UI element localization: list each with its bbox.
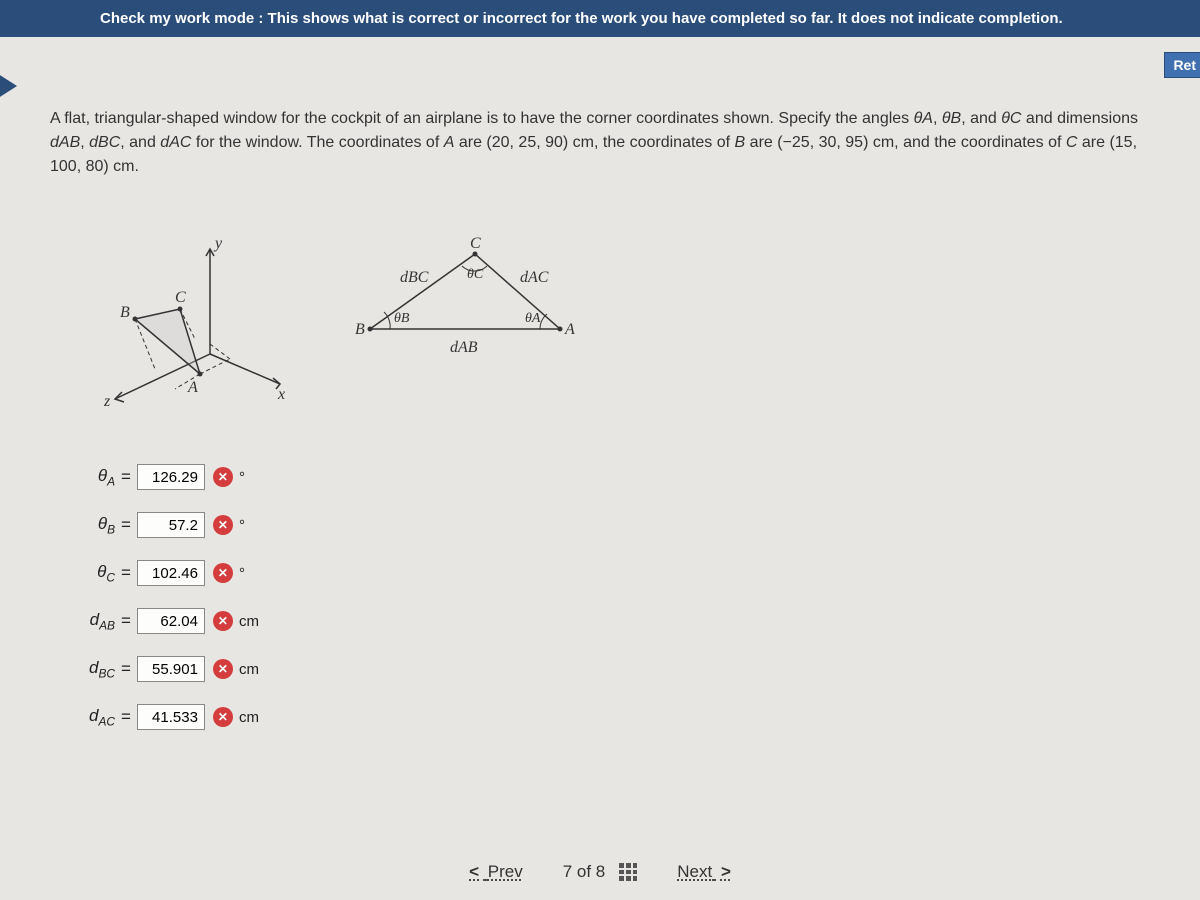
incorrect-icon: ✕: [213, 659, 233, 679]
problem-text-part: , and: [120, 134, 160, 151]
chevron-right-icon: >: [721, 862, 731, 881]
symbol-point-c: C: [1066, 134, 1078, 151]
problem-text-part: and dimensions: [1021, 110, 1138, 127]
symbol-point-b: B: [735, 134, 746, 151]
edge-dac-label: dAC: [520, 269, 549, 286]
equals-sign: =: [121, 611, 131, 631]
answer-row-dac: dAC = ✕ cm: [60, 704, 1160, 730]
edge-dbc-label: dBC: [400, 269, 429, 286]
position-text: 7 of 8: [563, 862, 606, 882]
symbol-theta-c: θC: [1001, 110, 1021, 127]
answer-label: dBC: [60, 658, 115, 680]
answer-row-theta-b: θB = ✕ °: [60, 512, 1160, 538]
problem-statement: A flat, triangular-shaped window for the…: [50, 107, 1150, 179]
incorrect-icon: ✕: [213, 467, 233, 487]
incorrect-icon: ✕: [213, 611, 233, 631]
svg-text:dBC: dBC: [400, 269, 429, 286]
question-nav: < Prev 7 of 8 Next >: [0, 862, 1200, 882]
symbol-point-a: A: [444, 134, 455, 151]
grid-icon[interactable]: [619, 863, 637, 881]
problem-text-part: for the window. The coordinates of: [191, 134, 443, 151]
point-b-3d: B: [120, 304, 130, 321]
symbol-dac: dAC: [160, 134, 191, 151]
equals-sign: =: [121, 563, 131, 583]
incorrect-icon: ✕: [213, 707, 233, 727]
answer-input-dab[interactable]: [137, 608, 205, 634]
answer-input-dbc[interactable]: [137, 656, 205, 682]
axis-y-label: y: [213, 235, 223, 252]
point-a-2d: A: [564, 321, 575, 338]
chevron-left-icon: <: [469, 862, 479, 881]
svg-text:dAC: dAC: [520, 269, 549, 286]
symbol-dbc: dBC: [89, 134, 120, 151]
edge-dab-label: dAB: [450, 339, 478, 356]
content-area: Ret A flat, triangular-shaped window for…: [0, 37, 1200, 730]
point-c-3d: C: [175, 289, 186, 306]
answer-row-theta-a: θA = ✕ °: [60, 464, 1160, 490]
symbol-theta-b: θB: [942, 110, 961, 127]
answer-row-theta-c: θC = ✕ °: [60, 560, 1160, 586]
problem-text-part: , and: [961, 110, 1001, 127]
prev-label: Prev: [488, 862, 523, 881]
answer-unit: cm: [239, 613, 259, 630]
symbol-theta-a: θA: [914, 110, 933, 127]
angle-a-label: θA: [525, 311, 541, 326]
problem-text-part: A flat, triangular-shaped window for the…: [50, 110, 914, 127]
equals-sign: =: [121, 659, 131, 679]
answer-label: dAC: [60, 706, 115, 728]
problem-text-part: ,: [80, 134, 89, 151]
point-b-2d: B: [355, 321, 365, 338]
problem-text-part: are (20, 25, 90) cm, the coordinates of: [454, 134, 734, 151]
angle-c-label: θC: [467, 267, 484, 282]
incorrect-icon: ✕: [213, 515, 233, 535]
symbol-dab: dAB: [50, 134, 80, 151]
answer-unit: cm: [239, 709, 259, 726]
next-label: Next: [677, 862, 712, 881]
prev-button[interactable]: < Prev: [465, 862, 523, 882]
answer-unit: cm: [239, 661, 259, 678]
point-c-2d: C: [470, 235, 481, 252]
angle-b-label: θB: [394, 311, 410, 326]
figure-row: y x z B C A B: [80, 234, 1160, 414]
answer-row-dab: dAB = ✕ cm: [60, 608, 1160, 634]
figure-3d: y x z B C A: [80, 234, 290, 414]
answer-label: dAB: [60, 610, 115, 632]
equals-sign: =: [121, 707, 131, 727]
answer-unit: °: [239, 517, 245, 534]
answers-block: θA = ✕ ° θB = ✕ ° θC = ✕ ° dAB = ✕ cm: [60, 464, 1160, 730]
equals-sign: =: [121, 515, 131, 535]
problem-text-part: are (−25, 30, 95) cm, and the coordinate…: [745, 134, 1066, 151]
svg-text:dAB: dAB: [450, 339, 478, 356]
check-work-banner: Check my work mode : This shows what is …: [0, 0, 1200, 37]
next-button[interactable]: Next >: [677, 862, 735, 882]
answer-unit: °: [239, 469, 245, 486]
nav-position: 7 of 8: [563, 862, 638, 882]
figure-2d: B A C dBC dAC dAB θB θA θC: [350, 234, 590, 384]
answer-input-theta-b[interactable]: [137, 512, 205, 538]
return-badge[interactable]: Ret: [1164, 52, 1200, 78]
axis-x-label: x: [277, 386, 285, 403]
axis-z-label: z: [103, 393, 111, 410]
equals-sign: =: [121, 467, 131, 487]
answer-input-theta-a[interactable]: [137, 464, 205, 490]
answer-input-dac[interactable]: [137, 704, 205, 730]
answer-label: θC: [60, 562, 115, 584]
answer-label: θB: [60, 514, 115, 536]
answer-input-theta-c[interactable]: [137, 560, 205, 586]
answer-label: θA: [60, 466, 115, 488]
point-a-3d: A: [187, 379, 198, 396]
problem-text-part: ,: [933, 110, 942, 127]
answer-row-dbc: dBC = ✕ cm: [60, 656, 1160, 682]
incorrect-icon: ✕: [213, 563, 233, 583]
answer-unit: °: [239, 565, 245, 582]
bookmark-tab-icon: [0, 72, 17, 100]
